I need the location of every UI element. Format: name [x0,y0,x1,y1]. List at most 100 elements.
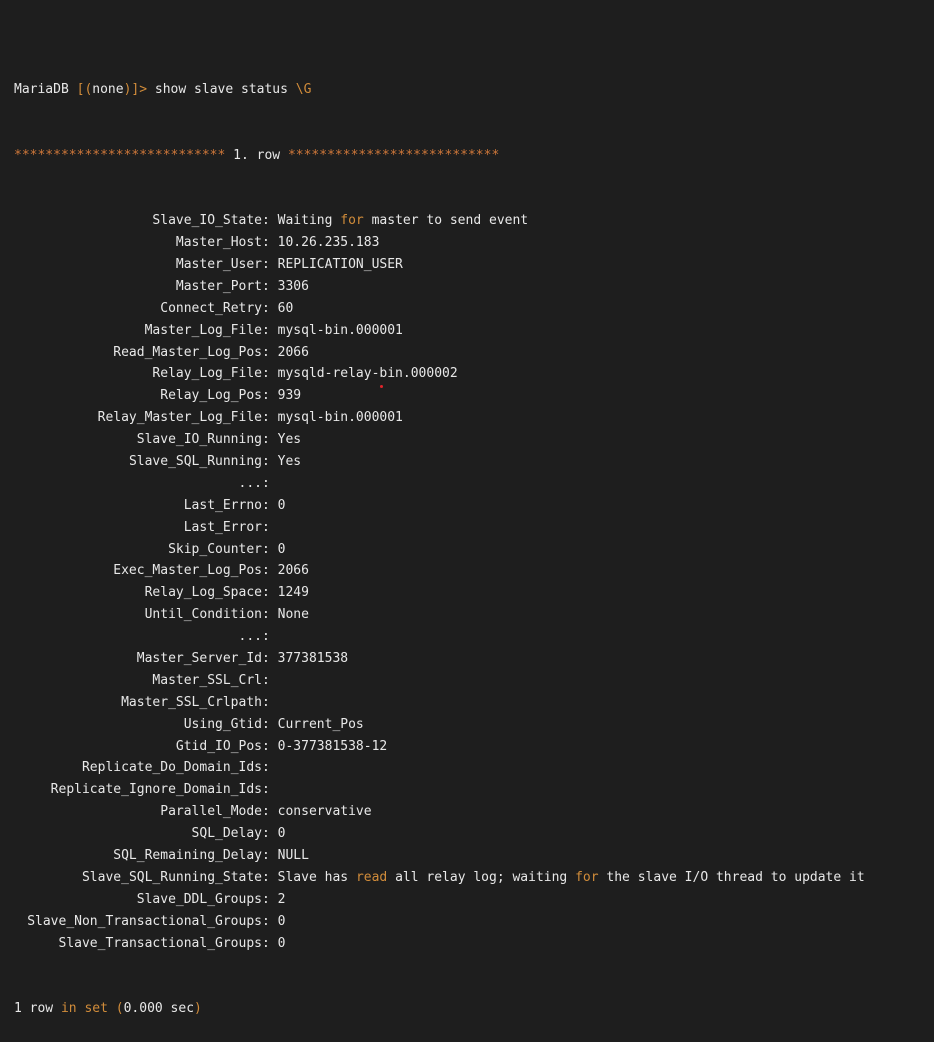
status-row: Master_User: REPLICATION_USER [14,254,924,276]
status-key: Slave_IO_Running [136,432,262,448]
status-value: mysql-bin.000001 [277,410,403,426]
status-value: REPLICATION_USER [277,257,403,272]
status-key: Master_Host [175,235,262,251]
status-value: 0 [277,497,286,513]
status-row: Replicate_Do_Domain_Ids: [14,757,924,779]
status-key: Slave_IO_State [152,213,262,229]
row-header: *************************** 1. row *****… [14,145,924,167]
status-key: Parallel_Mode [160,804,262,820]
row-header-stars-right: *************************** [287,147,500,163]
status-key: Last_Errno [183,497,262,513]
status-value: 2066 [277,344,309,360]
status-value: NULL [277,848,309,864]
status-row: Last_Errno: 0 [14,495,924,517]
status-key: Slave_DDL_Groups [136,891,262,907]
status-row: Last_Error: [14,517,924,539]
status-value: 3306 [277,278,309,294]
status-key: Replicate_Do_Domain_Ids [81,760,262,776]
status-row: Slave_IO_State: Waiting for master to se… [14,210,924,232]
status-row: Relay_Master_Log_File: mysql-bin.000001 [14,407,924,429]
status-row: Master_SSL_Crl: [14,670,924,692]
status-row: Exec_Master_Log_Pos: 2066 [14,560,924,582]
status-value: all relay log; waiting [387,869,576,885]
footer-paren-open: ( [107,1001,124,1017]
status-key: Relay_Log_File [152,366,262,382]
status-row: Master_Server_Id: 377381538 [14,648,924,670]
status-value: Yes [277,454,302,470]
status-value: master to send event [363,213,529,229]
status-key: Master_SSL_Crl [152,672,262,688]
status-value: 0 [277,541,286,557]
status-value: Slave has [277,869,356,885]
status-row: Master_Port: 3306 [14,276,924,298]
status-value: 0 [277,913,286,929]
status-key: SQL_Remaining_Delay [113,848,262,864]
status-row: Master_Host: 10.26.235.183 [14,232,924,254]
status-key: ... [238,475,262,491]
status-value: 939 [277,388,302,404]
status-value: 2 [277,891,286,907]
status-key: Master_Log_File [144,322,262,338]
cursor-dot [380,385,383,388]
status-value: None [277,607,309,623]
status-key: Relay_Log_Space [144,585,262,601]
status-key: Relay_Log_Pos [160,388,262,404]
status-row: SQL_Remaining_Delay: NULL [14,845,924,867]
footer-kw-set: set [84,1001,108,1017]
footer-line: 1 row in set (0.000 sec) [14,998,924,1020]
status-value: 377381538 [277,651,349,667]
status-key: Skip_Counter [168,541,262,557]
status-key: Master_Server_Id [136,651,262,667]
status-value: 60 [277,300,294,316]
status-row: Using_Gtid: Current_Pos [14,714,924,736]
status-row: Slave_Non_Transactional_Groups: 0 [14,911,924,933]
status-keyword: read [355,869,388,885]
status-value: 0 [277,935,286,951]
row-header-stars-left: *************************** [14,147,226,163]
status-key: Gtid_IO_Pos [175,738,262,754]
footer-kw-in: in [60,1001,77,1017]
status-value: 0 [277,826,286,842]
status-row: Slave_IO_Running: Yes [14,429,924,451]
status-value: conservative [277,804,372,820]
status-key: Replicate_Ignore_Domain_Ids [50,782,262,798]
prompt-db-name: none [92,81,124,97]
status-key: Read_Master_Log_Pos [113,344,262,360]
status-key: Slave_SQL_Running_State [81,869,262,885]
status-key: Master_Port [175,278,262,294]
status-key: Last_Error [183,519,262,535]
status-row: Slave_Transactional_Groups: 0 [14,933,924,955]
prompt-line: MariaDB [(none)]> show slave status \G [14,79,924,101]
status-key: Exec_Master_Log_Pos [113,563,262,579]
status-row: Replicate_Ignore_Domain_Ids: [14,779,924,801]
status-value: 1249 [277,585,309,601]
status-value: 10.26.235.183 [277,235,380,251]
status-row: SQL_Delay: 0 [14,823,924,845]
prompt-client: MariaDB [14,81,69,97]
status-row: Parallel_Mode: conservative [14,801,924,823]
status-row: Master_SSL_Crlpath: [14,692,924,714]
footer-paren-close: ) [194,1001,202,1017]
status-key: Slave_Transactional_Groups [58,935,263,951]
status-row: Skip_Counter: 0 [14,539,924,561]
status-key: Using_Gtid [183,716,262,732]
status-key: Slave_Non_Transactional_Groups [27,913,262,929]
status-row: Connect_Retry: 60 [14,298,924,320]
status-value: mysql-bin.000001 [277,322,403,338]
ellipsis-row: ...: [14,473,924,495]
status-row: Read_Master_Log_Pos: 2066 [14,342,924,364]
status-rows: Slave_IO_State: Waiting for master to se… [14,210,924,954]
row-header-label: 1. row [233,147,281,163]
status-row: Until_Condition: None [14,604,924,626]
status-key: SQL_Delay [191,826,262,842]
terminal-output: MariaDB [(none)]> show slave status \G *… [14,35,924,1042]
status-key: Relay_Master_Log_File [97,410,262,426]
status-row: Gtid_IO_Pos: 0-377381538-12 [14,736,924,758]
status-row: Relay_Log_Space: 1249 [14,582,924,604]
status-value: Current_Pos [277,716,364,732]
status-value: the slave I/O thread to update it [598,869,865,885]
status-row: Slave_SQL_Running_State: Slave has read … [14,867,924,889]
status-key: ... [238,629,262,645]
status-row: Master_Log_File: mysql-bin.000001 [14,320,924,342]
status-value: 2066 [277,563,309,579]
